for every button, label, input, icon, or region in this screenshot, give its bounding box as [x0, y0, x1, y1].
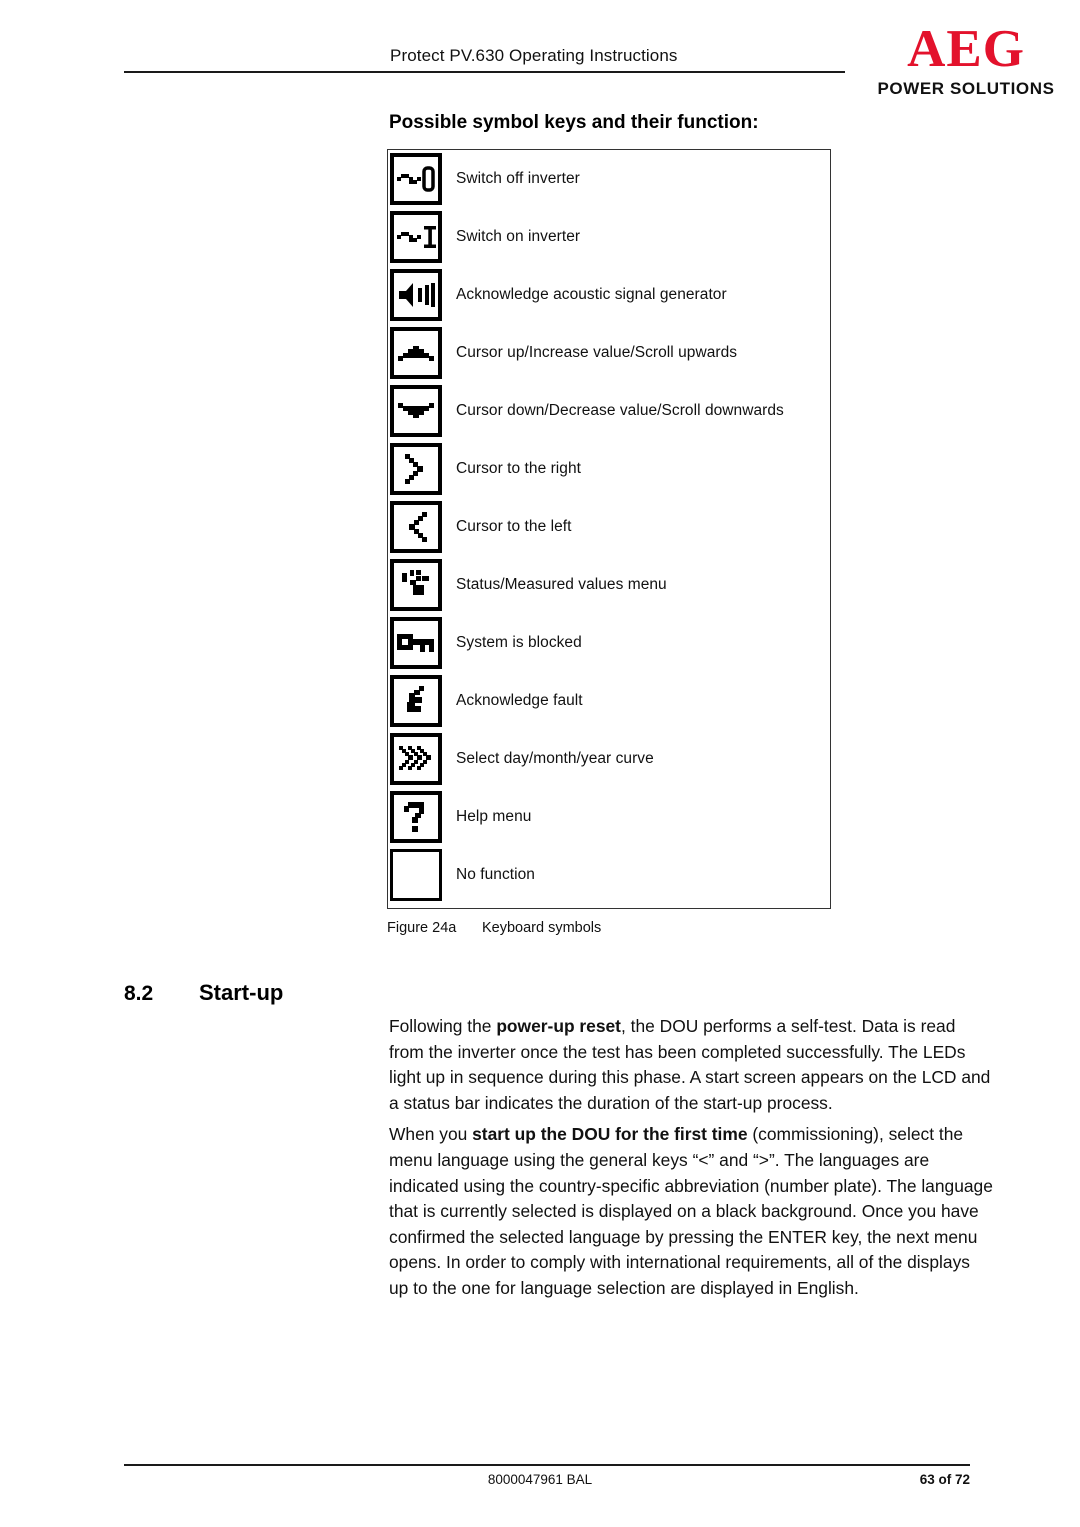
switch-off-inverter-icon	[390, 153, 442, 205]
symbol-label: Acknowledge acoustic signal generator	[456, 286, 727, 303]
table-row: Acknowledge acoustic signal generator	[388, 266, 830, 324]
table-row: Cursor to the left	[388, 498, 830, 556]
switch-on-inverter-icon	[390, 211, 442, 263]
cursor-up-icon	[390, 327, 442, 379]
table-row: Acknowledge fault	[388, 672, 830, 730]
question-mark-help-icon	[390, 791, 442, 843]
symbol-label: Help menu	[456, 808, 532, 825]
footer-divider-rule	[124, 1464, 970, 1466]
paragraph2-bold-term: start up the DOU for the first time	[472, 1124, 748, 1145]
cursor-left-icon	[390, 501, 442, 553]
symbol-label: Switch on inverter	[456, 228, 581, 245]
figure-caption-text: Keyboard symbols	[482, 920, 602, 936]
table-row: Status/Measured values menu	[388, 556, 830, 614]
table-row: Cursor down/Decrease value/Scroll downwa…	[388, 382, 830, 440]
symbol-label: Acknowledge fault	[456, 692, 583, 709]
symbol-label: Select day/month/year curve	[456, 750, 654, 767]
body-text-column: Following the power-up reset, the DOU pe…	[389, 1014, 993, 1308]
key-system-blocked-icon	[390, 617, 442, 669]
paragraph2-lead: When you	[389, 1124, 473, 1145]
symbol-label: No function	[456, 866, 535, 883]
section-number: 8.2	[124, 982, 154, 1005]
paragraph1-bold-term: power-up reset	[496, 1016, 621, 1036]
paragraph1-lead: Following the	[389, 1016, 497, 1036]
figure-caption: Figure 24a Keyboard symbols	[387, 920, 601, 936]
paragraph-first-time-startup: When you start up the DOU for the first …	[389, 1122, 993, 1301]
symbol-label: Cursor down/Decrease value/Scroll downwa…	[456, 402, 784, 419]
footer-page-number: 63 of 72	[919, 1472, 970, 1487]
aeg-logo: AEG POWER SOLUTIONS	[866, 20, 1066, 99]
table-row: Switch off inverter	[388, 150, 830, 208]
symbol-label: Cursor to the right	[456, 460, 582, 477]
table-row: No function	[388, 846, 830, 904]
symbol-label: System is blocked	[456, 634, 582, 651]
speaker-acoustic-signal-icon	[390, 269, 442, 321]
paragraph-power-up-reset: Following the power-up reset, the DOU pe…	[389, 1014, 993, 1116]
symbol-label: Switch off inverter	[456, 170, 580, 187]
header-divider-rule	[124, 71, 845, 73]
symbol-label: Status/Measured values menu	[456, 576, 667, 593]
table-row: Select day/month/year curve	[388, 730, 830, 788]
figure-caption-number: Figure 24a	[387, 920, 457, 936]
status-measured-values-icon	[390, 559, 442, 611]
table-row: Switch on inverter	[388, 208, 830, 266]
lightning-acknowledge-fault-icon	[390, 675, 442, 727]
cursor-down-icon	[390, 385, 442, 437]
symbol-label: Cursor to the left	[456, 518, 572, 535]
keyboard-symbols-table: Switch off inverter Switch on inverter A…	[387, 149, 831, 909]
double-chevron-curve-icon	[390, 733, 442, 785]
paragraph2-rest: (commissioning), select the menu languag…	[389, 1124, 993, 1298]
blank-key-icon	[390, 849, 442, 901]
cursor-right-icon	[390, 443, 442, 495]
symbols-section-heading: Possible symbol keys and their function:	[389, 112, 759, 133]
document-page: Protect PV.630 Operating Instructions AE…	[0, 0, 1080, 1527]
table-row: Cursor to the right	[388, 440, 830, 498]
symbol-label: Cursor up/Increase value/Scroll upwards	[456, 344, 738, 361]
aeg-logo-tagline: POWER SOLUTIONS	[877, 79, 1055, 98]
table-row: System is blocked	[388, 614, 830, 672]
header-document-title: Protect PV.630 Operating Instructions	[390, 46, 678, 65]
table-row: Help menu	[388, 788, 830, 846]
table-row: Cursor up/Increase value/Scroll upwards	[388, 324, 830, 382]
section-title: Start-up	[199, 980, 284, 1005]
aeg-logo-wordmark: AEG	[907, 20, 1025, 78]
